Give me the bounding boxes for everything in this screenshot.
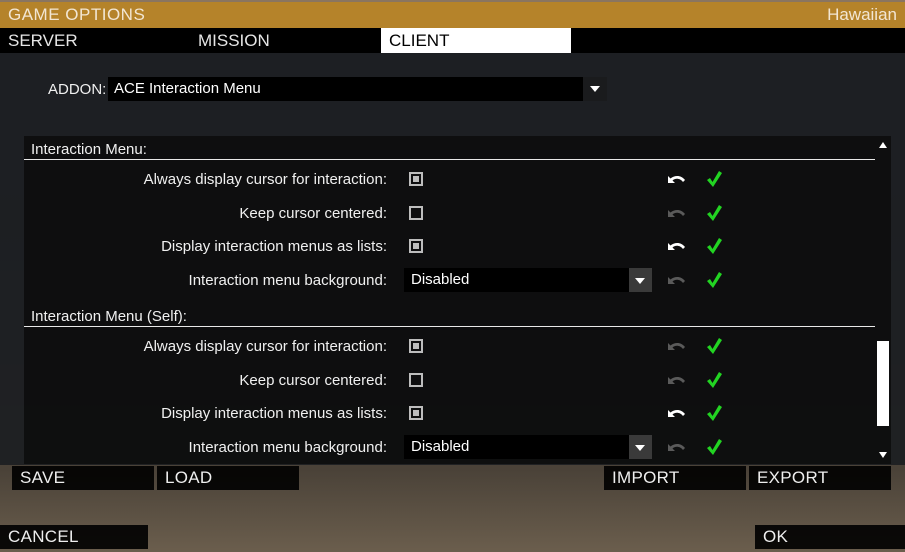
setting-label: Display interaction menus as lists:	[161, 238, 387, 255]
checkmark-icon	[704, 436, 724, 458]
setting-row: Keep cursor centered:	[24, 199, 875, 227]
section-header: Interaction Menu (Self):	[24, 303, 875, 327]
undo-icon	[664, 201, 688, 225]
checkmark-icon	[704, 202, 724, 224]
addon-label: ADDON:	[48, 81, 107, 98]
chevron-down-icon	[635, 277, 645, 284]
undo-icon	[664, 334, 688, 358]
setting-row: Interaction menu background: Disabled	[24, 266, 875, 294]
undo-icon[interactable]	[664, 167, 688, 191]
tab-client[interactable]: CLIENT	[381, 28, 571, 53]
checkmark-icon	[704, 269, 724, 291]
undo-icon[interactable]	[664, 234, 688, 258]
setting-label: Interaction menu background:	[188, 438, 387, 456]
setting-row: Always display cursor for interaction:	[24, 332, 875, 360]
setting-checkbox[interactable]	[409, 205, 423, 220]
checkmark-icon	[704, 402, 724, 424]
setting-dropdown-button[interactable]	[629, 434, 652, 459]
export-button[interactable]: EXPORT	[749, 466, 891, 490]
window-title: GAME OPTIONS	[8, 5, 146, 24]
title-bar: GAME OPTIONS Hawaiian	[0, 0, 905, 28]
save-button[interactable]: SAVE	[12, 466, 154, 490]
ok-button[interactable]: OK	[755, 525, 905, 549]
import-button[interactable]: IMPORT	[604, 466, 746, 490]
setting-checkbox[interactable]	[409, 339, 423, 353]
scroll-up-button[interactable]	[879, 142, 887, 148]
setting-label: Keep cursor centered:	[239, 204, 387, 222]
undo-icon	[664, 435, 688, 459]
setting-checkbox[interactable]	[409, 406, 423, 420]
checkmark-icon	[704, 235, 724, 257]
scroll-down-button[interactable]	[879, 452, 887, 458]
section-title: Interaction Menu:	[31, 141, 147, 158]
addon-dropdown-button[interactable]	[583, 77, 607, 101]
setting-dropdown-button[interactable]	[629, 267, 652, 292]
section-header: Interaction Menu:	[24, 136, 875, 160]
checkmark-icon	[704, 335, 724, 357]
player-name: Hawaiian	[827, 5, 897, 24]
arrow-up-icon	[879, 142, 887, 148]
setting-row: Keep cursor centered:	[24, 366, 875, 394]
section-title: Interaction Menu (Self):	[31, 308, 187, 325]
load-button[interactable]: LOAD	[157, 466, 299, 490]
chevron-down-icon	[590, 86, 600, 92]
checkmark-icon	[704, 168, 724, 190]
setting-label: Display interaction menus as lists:	[161, 405, 387, 422]
chevron-down-icon	[635, 444, 645, 451]
undo-icon	[664, 368, 688, 392]
undo-icon[interactable]	[664, 401, 688, 425]
scrollbar-thumb[interactable]	[877, 341, 889, 426]
tab-bar: SERVER MISSION CLIENT	[0, 28, 905, 53]
tab-server[interactable]: SERVER	[0, 28, 190, 53]
setting-label: Interaction menu background:	[188, 271, 387, 289]
setting-checkbox[interactable]	[409, 239, 423, 253]
undo-icon	[664, 268, 688, 292]
setting-dropdown[interactable]: Disabled	[404, 267, 629, 292]
checkmark-icon	[704, 369, 724, 391]
setting-label: Always display cursor for interaction:	[143, 171, 387, 188]
setting-row: Interaction menu background: Disabled	[24, 433, 875, 461]
setting-label: Always display cursor for interaction:	[143, 338, 387, 355]
settings-list: Interaction Menu: Always display cursor f…	[24, 136, 891, 464]
tab-mission[interactable]: MISSION	[190, 28, 381, 53]
setting-row: Display interaction menus as lists:	[24, 399, 875, 427]
setting-row: Display interaction menus as lists:	[24, 232, 875, 260]
setting-row: Always display cursor for interaction:	[24, 165, 875, 193]
scrollbar[interactable]	[875, 136, 891, 464]
setting-checkbox[interactable]	[409, 172, 423, 186]
cancel-button[interactable]: CANCEL	[0, 525, 148, 549]
arrow-down-icon	[879, 452, 887, 458]
addon-dropdown[interactable]: ACE Interaction Menu	[108, 77, 583, 101]
setting-checkbox[interactable]	[409, 372, 423, 387]
setting-dropdown[interactable]: Disabled	[404, 434, 629, 459]
setting-label: Keep cursor centered:	[239, 371, 387, 389]
